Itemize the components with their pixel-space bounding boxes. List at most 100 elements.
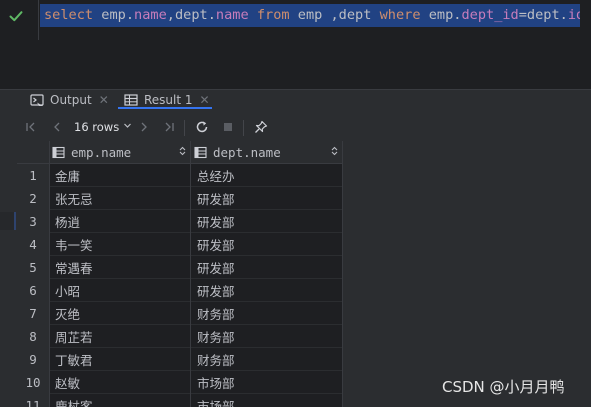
- sql-text: emp.: [93, 7, 135, 23]
- column-header-label: dept.name: [213, 145, 281, 160]
- cell-emp-name[interactable]: 张无忌: [55, 187, 187, 210]
- stop-icon[interactable]: [219, 118, 237, 136]
- toolbar-separator: [243, 120, 244, 136]
- cell-dept-name[interactable]: 研发部: [197, 210, 337, 233]
- sql-text: emp ,dept: [289, 7, 380, 23]
- row-number: 8: [17, 325, 49, 348]
- close-icon[interactable]: ✕: [99, 93, 109, 107]
- sql-keyword: where: [379, 7, 421, 23]
- column-divider: [190, 141, 191, 407]
- sql-keyword: select: [44, 7, 94, 23]
- table-row[interactable]: 1 金庸 总经办: [17, 164, 343, 187]
- editor-empty-area[interactable]: [0, 40, 591, 90]
- pin-icon[interactable]: [252, 118, 270, 136]
- cell-dept-name[interactable]: 市场部: [197, 371, 337, 394]
- column-icon: [194, 146, 207, 159]
- sort-icon[interactable]: [331, 146, 338, 159]
- cell-dept-name[interactable]: 财务部: [197, 348, 337, 371]
- left-gutter-marker: [0, 212, 16, 230]
- cell-emp-name[interactable]: 周芷若: [55, 325, 187, 348]
- first-page-icon[interactable]: [22, 118, 40, 136]
- cell-emp-name[interactable]: 金庸: [55, 164, 187, 187]
- table-row[interactable]: 8 周芷若 财务部: [17, 325, 343, 348]
- toolbar-separator: [184, 120, 185, 136]
- previous-page-icon[interactable]: [48, 118, 66, 136]
- row-number: 9: [17, 348, 49, 371]
- column-header-dept-name[interactable]: dept.name: [194, 141, 342, 164]
- cell-dept-name[interactable]: 财务部: [197, 302, 337, 325]
- table-row[interactable]: 3 杨逍 研发部: [17, 210, 343, 233]
- check-icon: [9, 11, 23, 22]
- row-number: 11: [17, 394, 49, 407]
- cell-emp-name[interactable]: 杨逍: [55, 210, 187, 233]
- tab-output-label: Output: [50, 93, 92, 107]
- active-tab-indicator: [118, 107, 212, 109]
- table-row[interactable]: 7 灭绝 财务部: [17, 302, 343, 325]
- grid-empty-area: [343, 140, 591, 407]
- sql-field: name: [215, 7, 249, 23]
- sql-statement-line[interactable]: select emp.name,dept.name from emp ,dept…: [40, 4, 580, 27]
- left-gutter-strip: [0, 140, 16, 407]
- column-icon: [52, 146, 65, 159]
- table-row[interactable]: 11 鹿杖客 市场部: [17, 394, 343, 407]
- cell-emp-name[interactable]: 常遇春: [55, 256, 187, 279]
- table-icon: [124, 94, 138, 106]
- tab-result-label: Result 1: [144, 93, 193, 107]
- column-header-emp-name[interactable]: emp.name: [52, 141, 190, 164]
- tab-output[interactable]: Output ✕: [30, 90, 109, 110]
- row-number: 10: [17, 371, 49, 394]
- row-number: 6: [17, 279, 49, 302]
- chevron-down-icon: [123, 121, 132, 133]
- cell-emp-name[interactable]: 小昭: [55, 279, 187, 302]
- close-icon[interactable]: ✕: [200, 93, 210, 107]
- table-row[interactable]: 5 常遇春 研发部: [17, 256, 343, 279]
- table-row[interactable]: 6 小昭 研发部: [17, 279, 343, 302]
- cell-dept-name[interactable]: 财务部: [197, 325, 337, 348]
- row-number: 2: [17, 187, 49, 210]
- sql-editor[interactable]: select emp.name,dept.name from emp ,dept…: [0, 0, 591, 40]
- row-number: 1: [17, 164, 49, 187]
- row-number: 5: [17, 256, 49, 279]
- console-icon: [30, 94, 44, 106]
- result-toolbar: 16 rows: [0, 114, 591, 140]
- grid-header: emp.name dept.name: [17, 141, 343, 164]
- cell-emp-name[interactable]: 鹿杖客: [55, 394, 187, 407]
- sql-field: name: [134, 7, 167, 23]
- table-row[interactable]: 4 韦一笑 研发部: [17, 233, 343, 256]
- last-page-icon[interactable]: [160, 118, 178, 136]
- table-row[interactable]: 2 张无忌 研发部: [17, 187, 343, 210]
- row-number: 4: [17, 233, 49, 256]
- sql-keyword: from: [256, 7, 290, 23]
- row-number: 3: [17, 210, 49, 233]
- table-row[interactable]: 10 赵敏 市场部: [17, 371, 343, 394]
- rows-count-label: 16 rows: [74, 120, 120, 134]
- cell-emp-name[interactable]: 赵敏: [55, 371, 187, 394]
- ide-window: select emp.name,dept.name from emp ,dept…: [0, 0, 591, 407]
- sql-field: id: [567, 7, 580, 23]
- sql-text: ,dept.: [166, 7, 216, 23]
- cell-dept-name[interactable]: 市场部: [197, 394, 337, 407]
- column-divider: [49, 141, 50, 407]
- services-tabbar: Output ✕ Result 1 ✕: [0, 90, 591, 110]
- cell-dept-name[interactable]: 研发部: [197, 187, 337, 210]
- page-size-dropdown[interactable]: 16 rows: [74, 118, 132, 136]
- sql-text: emp.: [420, 7, 462, 23]
- next-page-icon[interactable]: [135, 118, 153, 136]
- cell-emp-name[interactable]: 韦一笑: [55, 233, 187, 256]
- cell-dept-name[interactable]: 总经办: [197, 164, 337, 187]
- row-number: 7: [17, 302, 49, 325]
- cell-dept-name[interactable]: 研发部: [197, 256, 337, 279]
- refresh-icon[interactable]: [193, 118, 211, 136]
- table-row[interactable]: 9 丁敏君 财务部: [17, 348, 343, 371]
- sort-icon[interactable]: [179, 146, 186, 159]
- cell-emp-name[interactable]: 丁敏君: [55, 348, 187, 371]
- cell-dept-name[interactable]: 研发部: [197, 279, 337, 302]
- grid-body: 1 金庸 总经办 2 张无忌 研发部 3 杨逍 研发部 4 韦一笑 研发部 5 常遇春 研发部 6 小昭 研发部 7…: [17, 164, 343, 407]
- editor-gutter: [0, 0, 38, 34]
- sql-field: dept_id: [461, 7, 519, 23]
- cell-dept-name[interactable]: 研发部: [197, 233, 337, 256]
- result-grid[interactable]: emp.name dept.name 1 金庸 总经办 2 张无忌 研发部 3 杨逍 研发部 4 韦…: [17, 141, 343, 407]
- cell-emp-name[interactable]: 灭绝: [55, 302, 187, 325]
- column-header-label: emp.name: [71, 145, 132, 160]
